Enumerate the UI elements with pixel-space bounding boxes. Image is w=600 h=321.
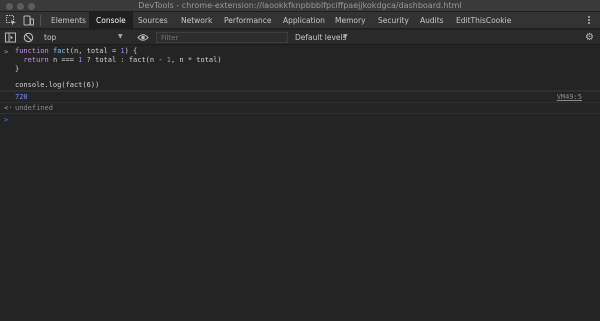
- context-selector[interactable]: top: [44, 31, 126, 44]
- code-line: console.log(fact(6)): [15, 81, 100, 89]
- return-value: undefined: [15, 104, 53, 112]
- tab-memory[interactable]: Memory: [328, 12, 373, 29]
- tab-sources[interactable]: Sources: [131, 12, 175, 29]
- tab-editthiscookie[interactable]: EditThisCookie: [449, 12, 518, 29]
- filter-input[interactable]: [156, 32, 288, 43]
- tab-console[interactable]: Console: [89, 12, 133, 29]
- tab-network[interactable]: Network: [174, 12, 219, 29]
- tab-audits[interactable]: Audits: [413, 12, 451, 29]
- more-options-icon[interactable]: [588, 15, 591, 26]
- window-titlebar: DevTools - chrome-extension://laookkfknp…: [0, 0, 600, 12]
- gear-icon[interactable]: ⚙: [585, 32, 594, 43]
- log-source-link[interactable]: VM49:5: [557, 93, 582, 101]
- toolbar-divider: [40, 15, 41, 26]
- return-arrow-icon: <·: [4, 104, 13, 112]
- levels-chevron-icon: ▼: [343, 33, 348, 40]
- devtools-tabs-bar: Elements Console Sources Network Perform…: [0, 12, 600, 29]
- tab-application[interactable]: Application: [276, 12, 332, 29]
- code-line: return n === 1 ? total : fact(n - 1, n *…: [23, 56, 222, 64]
- tab-security[interactable]: Security: [371, 12, 416, 29]
- tab-performance[interactable]: Performance: [217, 12, 279, 29]
- console-return-entry: <· undefined: [0, 103, 600, 114]
- console-toolbar: top ▼ Default levels ▼ ⚙: [0, 30, 600, 45]
- chevron-down-icon: ▼: [118, 33, 123, 40]
- code-line: function fact(n, total = 1) {: [15, 47, 138, 55]
- clear-console-icon[interactable]: [23, 32, 34, 43]
- code-line: }: [15, 65, 20, 73]
- console-input-entry: > function fact(n, total = 1) { return n…: [0, 46, 600, 91]
- log-value: 720: [15, 93, 28, 101]
- window-title: DevTools - chrome-extension://laookkfknp…: [138, 1, 462, 10]
- console-prompt[interactable]: >: [0, 114, 600, 126]
- console-log-entry: 720 VM49:5: [0, 91, 600, 103]
- eye-icon[interactable]: [137, 33, 149, 42]
- device-toolbar-icon[interactable]: [23, 15, 34, 26]
- log-levels-dropdown[interactable]: Default levels: [295, 31, 347, 44]
- sidebar-toggle-icon[interactable]: [5, 32, 16, 43]
- tab-elements[interactable]: Elements: [44, 12, 93, 29]
- input-chevron-icon: >: [4, 48, 9, 56]
- console-output: > function fact(n, total = 1) { return n…: [0, 46, 600, 321]
- prompt-chevron-icon: >: [4, 116, 9, 124]
- inspect-element-icon[interactable]: [6, 15, 17, 26]
